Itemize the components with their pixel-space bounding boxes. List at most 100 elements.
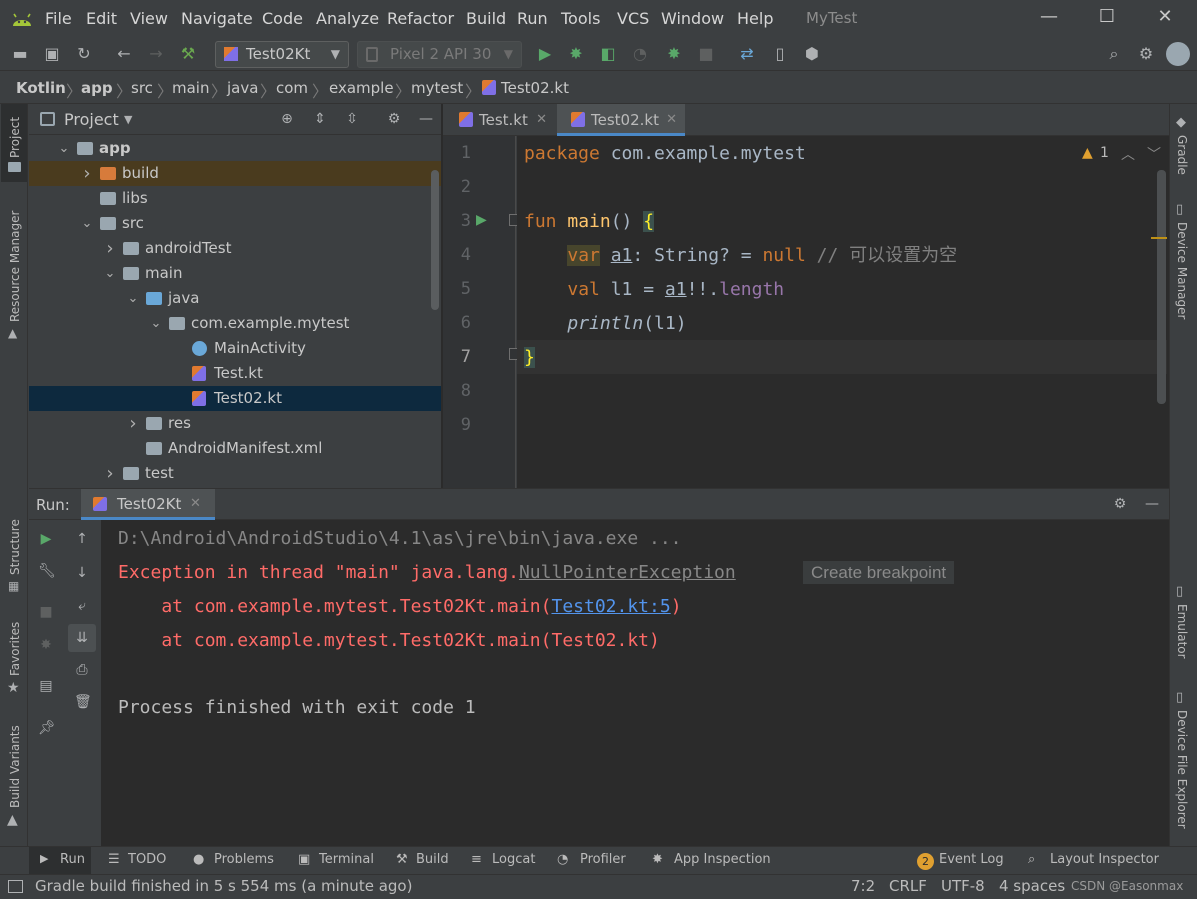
warning-icon[interactable]: ▲ xyxy=(1082,145,1093,161)
code-editor[interactable]: package com.example.mytest fun main() { … xyxy=(517,136,1169,488)
tree-item-androidmanifest-xml[interactable]: AndroidManifest.xml xyxy=(29,436,441,461)
menu-help[interactable]: Help xyxy=(737,9,773,28)
editor-scrollbar[interactable] xyxy=(1157,170,1166,404)
tree-item-mainactivity[interactable]: MainActivity xyxy=(29,336,441,361)
expand-all-icon[interactable]: ⇕ xyxy=(312,111,328,127)
chevron-right-icon[interactable]: › xyxy=(80,161,94,186)
tool-tab-device-manager[interactable]: Device Manager xyxy=(1175,222,1189,319)
menu-tools[interactable]: Tools xyxy=(561,9,600,28)
print-icon[interactable]: ⎙ xyxy=(74,662,90,678)
sdk-manager-icon[interactable]: ⬢ xyxy=(802,44,822,64)
menu-file[interactable]: File xyxy=(45,9,72,28)
tree-item-java[interactable]: ⌄ java xyxy=(29,286,441,311)
settings-gear-icon[interactable]: ⚙ xyxy=(386,111,402,127)
chevron-down-icon[interactable]: ⌄ xyxy=(149,311,163,336)
breadcrumb-file[interactable]: Test02.kt xyxy=(501,79,569,97)
layout-icon[interactable]: ▤ xyxy=(38,678,54,694)
maximize-icon[interactable]: ☐ xyxy=(1094,6,1120,30)
device-select[interactable]: Pixel 2 API 30 ▼ xyxy=(357,41,522,68)
attach-debugger-icon[interactable]: ✸ xyxy=(664,44,684,64)
warning-count[interactable]: 1 xyxy=(1100,145,1109,161)
exception-class-link[interactable]: NullPointerException xyxy=(519,562,736,583)
coverage-icon[interactable]: ◧ xyxy=(598,44,618,64)
project-tree-scrollbar[interactable] xyxy=(431,170,439,310)
menu-code[interactable]: Code xyxy=(262,9,303,28)
save-all-icon[interactable]: ▣ xyxy=(42,44,62,64)
avd-manager-icon[interactable]: ▯ xyxy=(770,44,790,64)
tree-item-test[interactable]: › test xyxy=(29,461,441,486)
sync-icon[interactable]: ↻ xyxy=(74,44,94,64)
chevron-right-icon[interactable]: › xyxy=(103,461,117,486)
tree-item-app[interactable]: ⌄ app xyxy=(29,136,441,161)
caret-position[interactable]: 7:2 xyxy=(851,877,875,895)
tool-tab-gradle[interactable]: Gradle xyxy=(1175,135,1189,175)
gradle-sync-icon[interactable]: ⇄ xyxy=(737,44,757,64)
bottom-tab-run[interactable]: Run xyxy=(60,852,85,867)
tree-item-res[interactable]: › res xyxy=(29,411,441,436)
status-message[interactable]: Gradle build finished in 5 s 554 ms (a m… xyxy=(35,877,412,895)
settings-gear-icon[interactable]: ⚙ xyxy=(1136,44,1156,64)
down-arrow-icon[interactable]: ↓ xyxy=(74,565,90,581)
bottom-tab-layout-inspector[interactable]: Layout Inspector xyxy=(1050,852,1159,867)
stop-icon[interactable]: ■ xyxy=(38,604,54,620)
wrench-icon[interactable]: 🔧︎ xyxy=(38,563,56,579)
menu-refactor[interactable]: Refactor xyxy=(387,9,454,28)
bottom-tab-app-inspection[interactable]: App Inspection xyxy=(674,852,771,867)
menu-vcs[interactable]: VCS xyxy=(617,9,649,28)
chevron-down-icon[interactable]: ⌄ xyxy=(103,261,117,286)
menu-run[interactable]: Run xyxy=(517,9,548,28)
make-project-hammer-icon[interactable]: ⚒ xyxy=(178,44,198,64)
user-avatar-icon[interactable] xyxy=(1166,42,1190,66)
run-console[interactable]: D:\Android\AndroidStudio\4.1\as\jre\bin\… xyxy=(101,520,1169,846)
rerun-icon[interactable]: ▶ xyxy=(38,531,54,547)
settings-gear-icon[interactable]: ⚙ xyxy=(1112,496,1128,512)
bottom-tab-profiler[interactable]: Profiler xyxy=(580,852,626,867)
chevron-right-icon[interactable]: › xyxy=(126,411,140,436)
tool-tab-emulator[interactable]: Emulator xyxy=(1175,604,1189,659)
tool-tab-structure[interactable]: Structure xyxy=(8,519,22,575)
open-folder-icon[interactable]: ▬ xyxy=(10,44,30,64)
chevron-right-icon[interactable]: › xyxy=(103,236,117,261)
file-encoding[interactable]: UTF-8 xyxy=(941,877,985,895)
bottom-tab-build[interactable]: Build xyxy=(416,852,449,867)
stack-trace-link[interactable]: Test02.kt:5 xyxy=(551,596,670,617)
chevron-down-icon[interactable]: ⌄ xyxy=(57,136,71,161)
profile-icon[interactable]: ◔ xyxy=(630,44,650,64)
breadcrumb-app[interactable]: app xyxy=(81,79,113,97)
menu-build[interactable]: Build xyxy=(466,9,506,28)
tree-item-test02-kt[interactable]: Test02.kt xyxy=(29,386,441,411)
tool-windows-toggle-icon[interactable] xyxy=(8,880,23,893)
previous-highlight-icon[interactable]: ︿ xyxy=(1121,144,1135,164)
bottom-tab-problems[interactable]: Problems xyxy=(214,852,274,867)
collapse-all-icon[interactable]: ⇳ xyxy=(344,111,360,127)
run-tab-test02kt[interactable]: Test02Kt ✕ xyxy=(81,489,215,520)
minimize-icon[interactable]: — xyxy=(1036,6,1062,30)
bottom-tab-todo[interactable]: TODO xyxy=(128,852,166,867)
menu-view[interactable]: View xyxy=(130,9,168,28)
tool-tab-resource-manager[interactable]: Resource Manager xyxy=(8,211,22,322)
tool-tab-build-variants[interactable]: Build Variants xyxy=(8,725,22,808)
chevron-down-icon[interactable]: ▼ xyxy=(124,113,132,126)
chevron-down-icon[interactable]: ⌄ xyxy=(126,286,140,311)
locate-file-icon[interactable]: ⊕ xyxy=(279,111,295,127)
debug-bug-icon[interactable]: ✸ xyxy=(38,637,54,653)
back-arrow-icon[interactable]: ← xyxy=(114,44,134,64)
tool-tab-device-file-explorer[interactable]: Device File Explorer xyxy=(1175,710,1189,829)
tree-item-build[interactable]: › build xyxy=(29,161,441,186)
breadcrumb-kotlin[interactable]: Kotlin xyxy=(16,79,66,97)
line-separator[interactable]: CRLF xyxy=(889,877,927,895)
close-tab-icon[interactable]: ✕ xyxy=(190,496,201,511)
warning-stripe-marker[interactable] xyxy=(1151,237,1167,239)
menu-window[interactable]: Window xyxy=(661,9,724,28)
tree-item-test-kt[interactable]: Test.kt xyxy=(29,361,441,386)
tool-tab-project[interactable]: Project xyxy=(8,117,22,158)
create-breakpoint-hint[interactable]: Create breakpoint xyxy=(803,561,955,584)
hide-panel-icon[interactable]: — xyxy=(418,111,434,127)
breadcrumb-example[interactable]: example xyxy=(329,79,394,97)
tool-tab-favorites[interactable]: Favorites xyxy=(8,622,22,676)
debug-bug-icon[interactable]: ✸ xyxy=(566,44,586,64)
forward-arrow-icon[interactable]: → xyxy=(146,44,166,64)
pin-icon[interactable]: 📌︎ xyxy=(38,720,56,736)
bottom-tab-terminal[interactable]: Terminal xyxy=(319,852,374,867)
editor-tab-test-kt[interactable]: Test.kt ✕ xyxy=(445,104,555,136)
